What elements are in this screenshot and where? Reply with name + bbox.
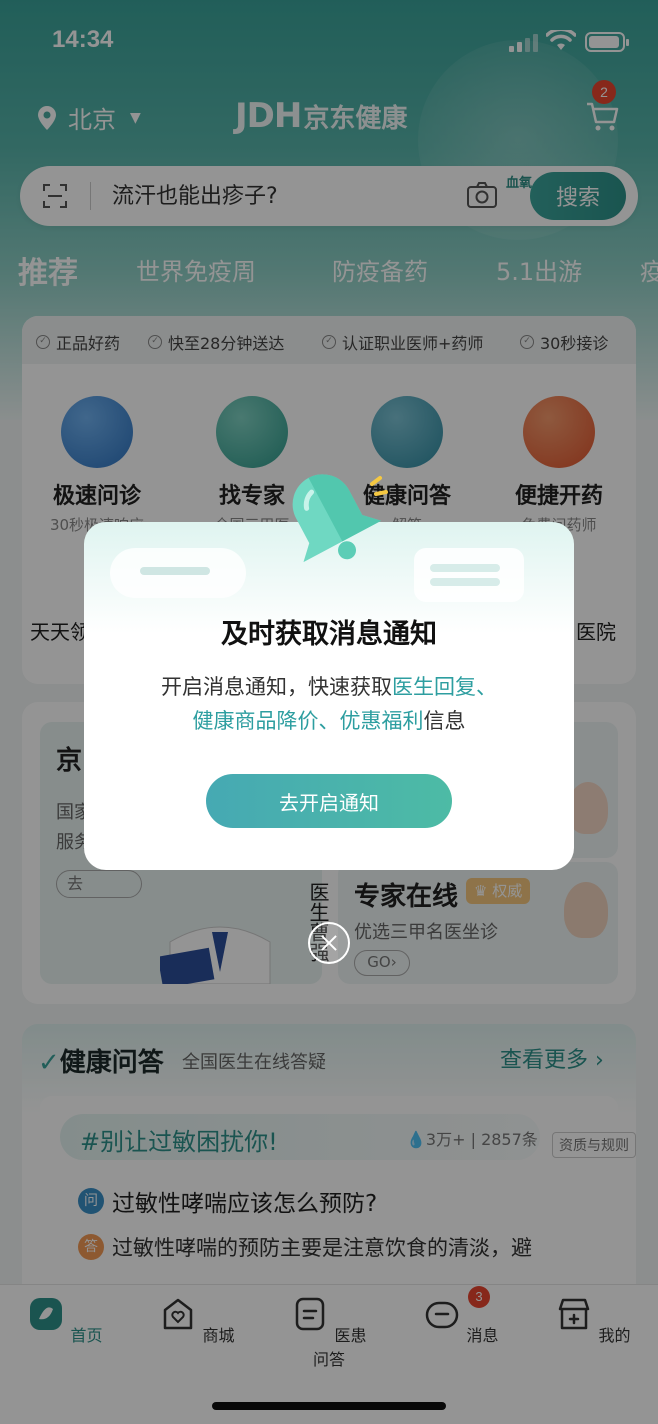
decor-bubble-right [414,548,524,602]
close-dialog-icon[interactable] [308,922,350,964]
dialog-description: 开启消息通知，快速获取医生回复、 健康商品降价、优惠福利信息 [161,675,497,733]
enable-notification-button[interactable]: 去开启通知 [206,774,452,828]
decor-bubble-left [110,548,246,598]
bell-icon [292,474,388,563]
dialog-title: 及时获取消息通知 [221,619,437,650]
